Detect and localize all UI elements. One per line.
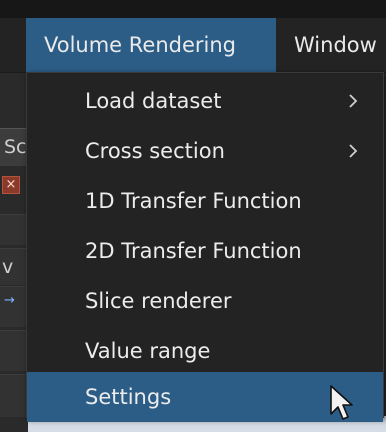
menubar: Volume Rendering Window: [0, 18, 386, 73]
close-icon[interactable]: ×: [2, 176, 20, 194]
menu-item-2d-transfer-function[interactable]: 2D Transfer Function: [27, 226, 383, 276]
menu-item-label: 2D Transfer Function: [85, 239, 302, 263]
menu-item-load-dataset[interactable]: Load dataset: [27, 76, 383, 126]
menu-window[interactable]: Window: [294, 18, 386, 72]
chevron-right-icon: [349, 144, 358, 158]
menu-item-label: Settings: [85, 385, 172, 409]
menu-item-value-range[interactable]: Value range: [27, 326, 383, 376]
title-strip: [0, 0, 386, 18]
menu-item-label: Load dataset: [85, 89, 222, 113]
app-window: Sc × v → Volume Rendering Window Load da…: [0, 0, 386, 432]
menu-volume-rendering[interactable]: Volume Rendering: [26, 18, 276, 72]
menu-item-label: Value range: [85, 339, 211, 363]
background-row-label: v: [2, 256, 14, 278]
menu-item-label: Slice renderer: [85, 289, 232, 313]
chevron-right-icon: [349, 94, 358, 108]
menu-item-slice-renderer[interactable]: Slice renderer: [27, 276, 383, 326]
background-tab-label: Sc: [4, 136, 27, 158]
menu-item-label: 1D Transfer Function: [85, 189, 302, 213]
volume-rendering-dropdown: Load dataset Cross section 1D Transfer F…: [26, 72, 384, 422]
menu-item-cross-section[interactable]: Cross section: [27, 126, 383, 176]
mouse-cursor-icon: [330, 385, 353, 420]
menu-item-1d-transfer-function[interactable]: 1D Transfer Function: [27, 176, 383, 226]
menu-item-label: Cross section: [85, 139, 225, 163]
arrow-icon: →: [4, 293, 15, 308]
